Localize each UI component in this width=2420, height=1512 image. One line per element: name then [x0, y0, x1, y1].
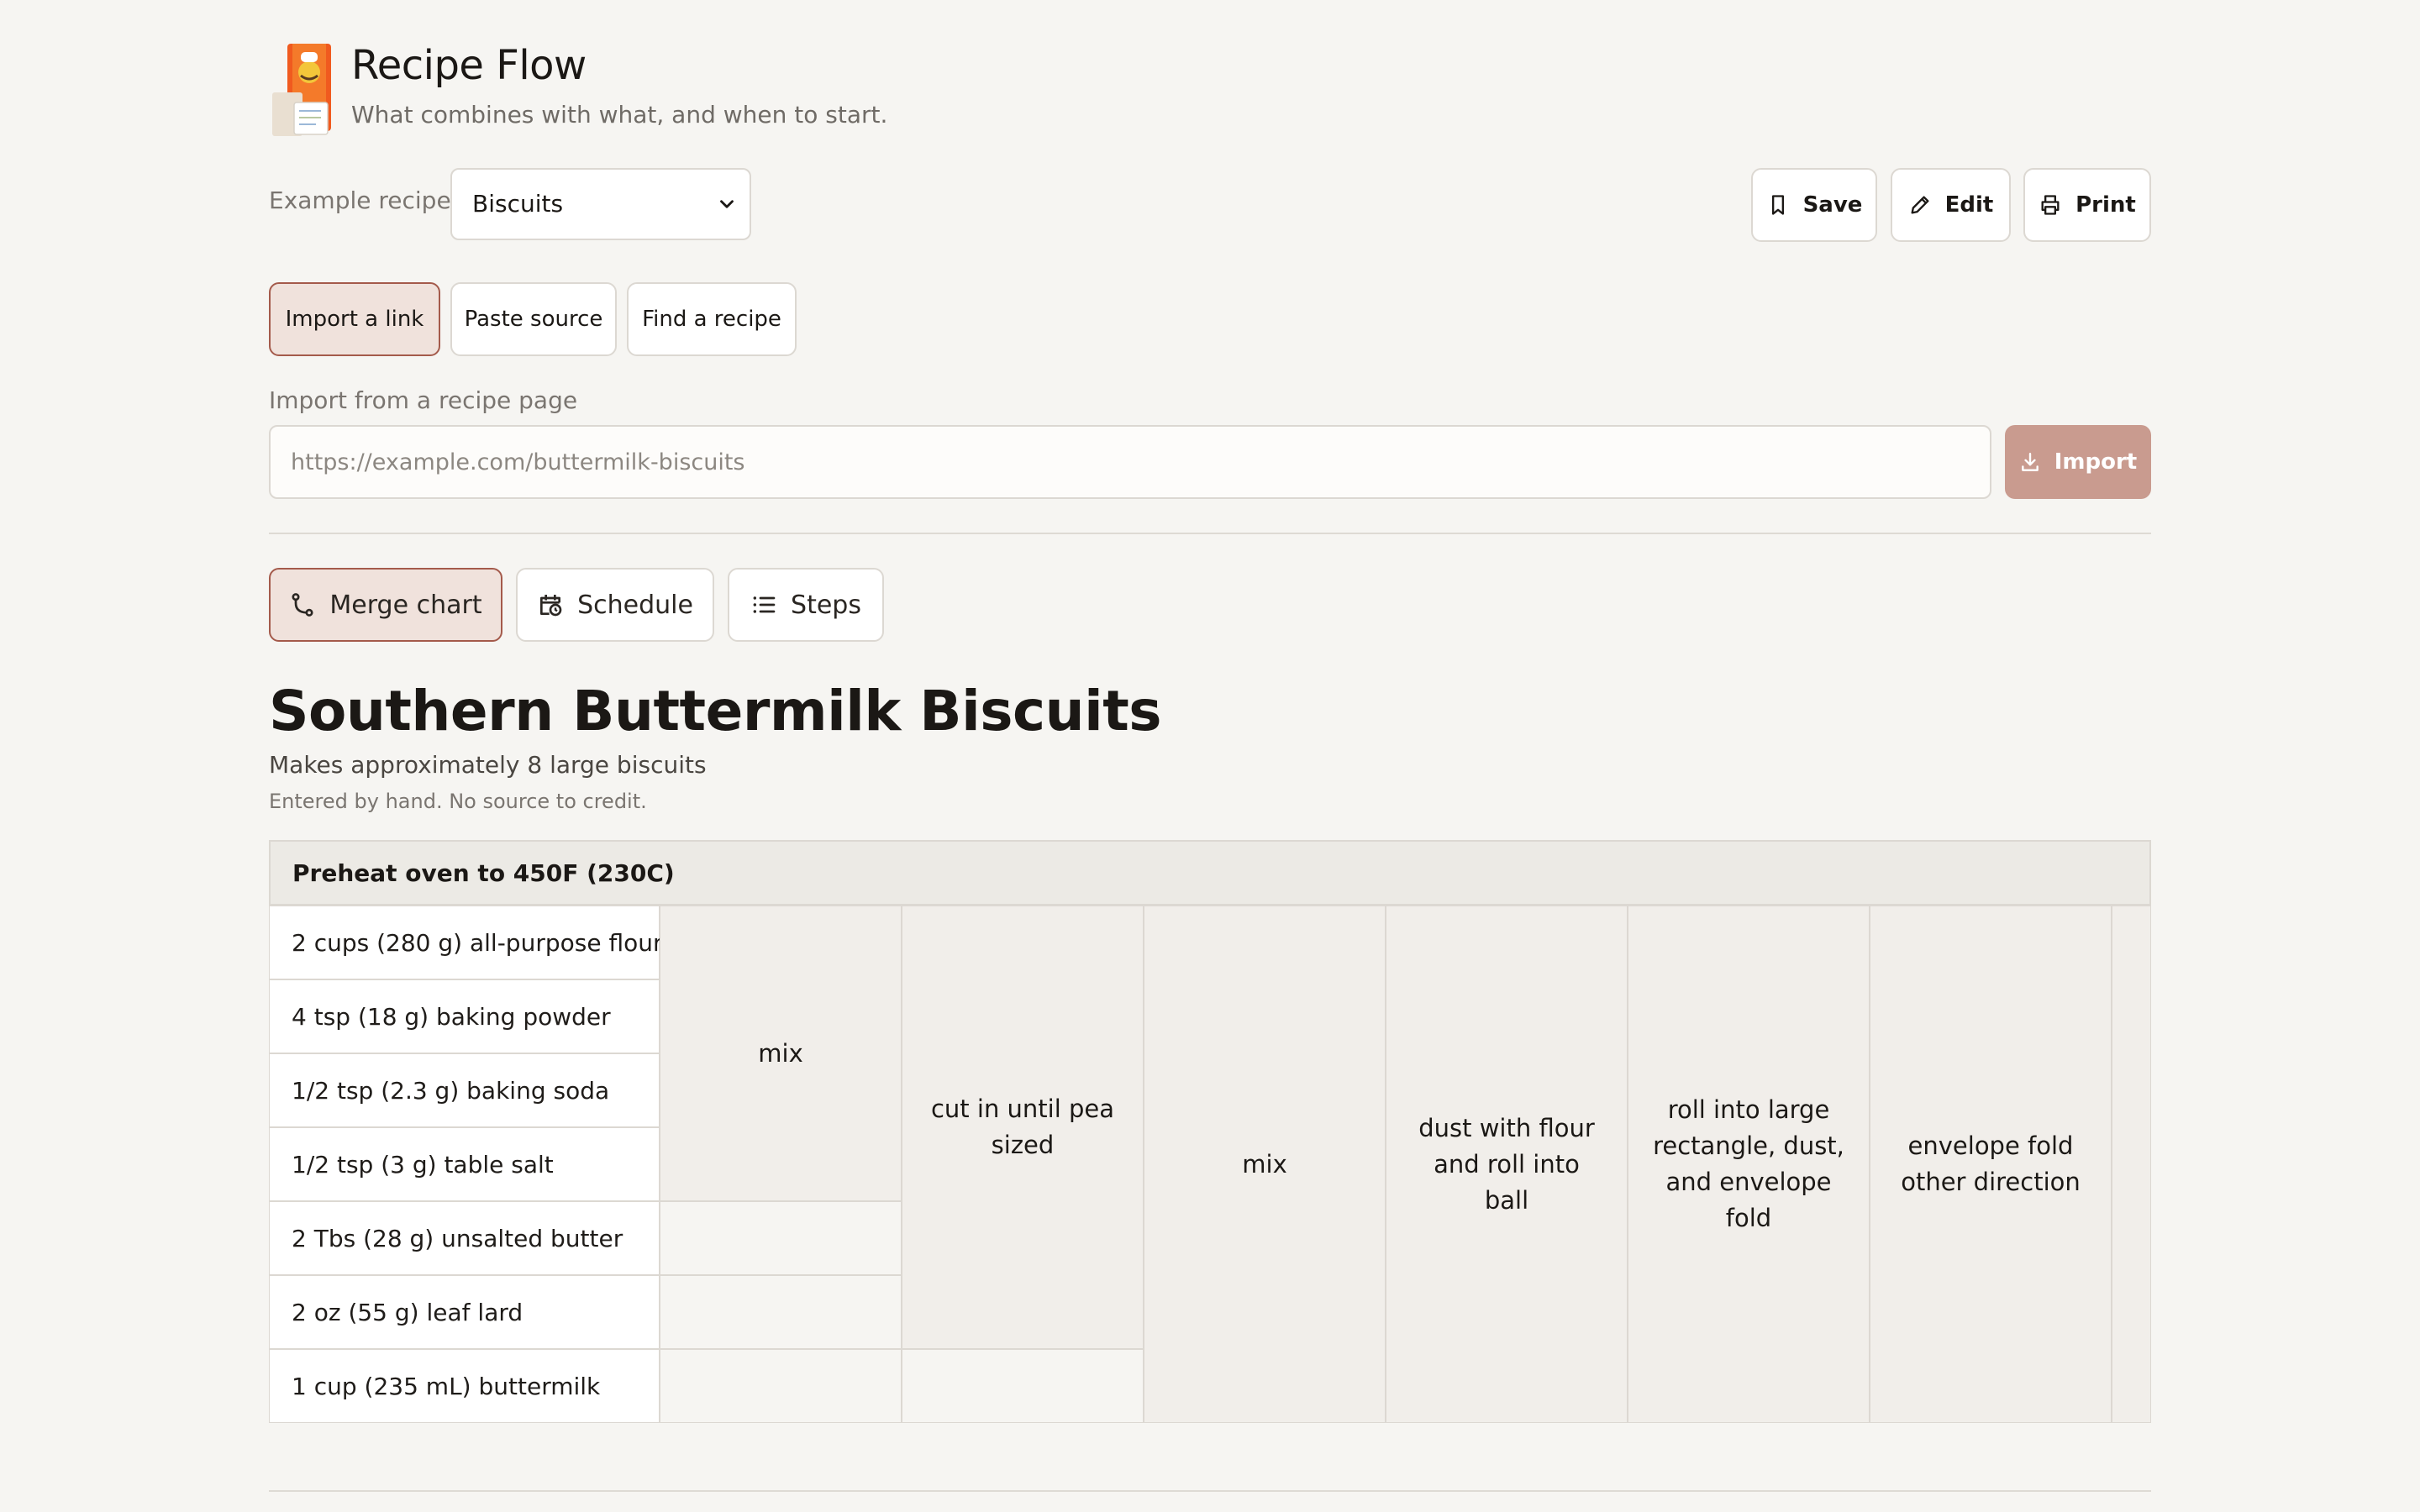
- printer-icon: [2041, 195, 2060, 215]
- bottom-divider: [269, 1490, 2151, 1492]
- tab-steps[interactable]: Steps: [728, 568, 884, 642]
- merge-icon: [292, 593, 313, 617]
- edit-button-label: Edit: [1944, 192, 1994, 218]
- ingredient-cell: 1 cup (235 mL) buttermilk: [269, 1349, 660, 1423]
- chevron-down-icon: [720, 200, 734, 208]
- empty-cell: [660, 1349, 902, 1423]
- tab-find-recipe[interactable]: Find a recipe: [627, 282, 797, 356]
- step-cell: mix: [1144, 906, 1386, 1423]
- example-recipe-label: Example recipe: [269, 186, 451, 214]
- app-logo: [272, 44, 331, 136]
- import-button[interactable]: Import: [2005, 425, 2151, 499]
- bookmark-icon: [1771, 195, 1784, 215]
- ingredient-cell: 2 oz (55 g) leaf lard: [269, 1275, 660, 1349]
- section-divider: [269, 533, 2151, 534]
- recipe-source-note: Entered by hand. No source to credit.: [269, 790, 647, 813]
- ingredient-cell: 2 Tbs (28 g) unsalted butter: [269, 1201, 660, 1275]
- empty-cell: [660, 1201, 902, 1275]
- edit-button[interactable]: Edit: [1891, 168, 2011, 242]
- list-icon: [753, 596, 776, 613]
- tab-merge-chart[interactable]: Merge chart: [269, 568, 502, 642]
- step-cell: dust with flour and roll into ball: [1386, 906, 1628, 1423]
- download-icon: [2021, 453, 2039, 471]
- tab-merge-chart-label: Merge chart: [329, 590, 482, 620]
- tab-schedule[interactable]: Schedule: [516, 568, 714, 642]
- app-header: Recipe Flow What combines with what, and…: [269, 37, 1025, 138]
- save-button-label: Save: [1802, 192, 1863, 218]
- step-cell: envelope fold other direction: [1870, 906, 2112, 1423]
- empty-cell: [660, 1275, 902, 1349]
- ingredient-cell: 1/2 tsp (3 g) table salt: [269, 1127, 660, 1201]
- app-title: Recipe Flow: [351, 42, 587, 89]
- tab-steps-label: Steps: [791, 590, 861, 620]
- step-cell-clipped: [2112, 906, 2151, 1423]
- ingredient-cell: 4 tsp (18 g) baking powder: [269, 979, 660, 1053]
- import-url-input[interactable]: [269, 425, 1991, 499]
- ingredient-cell: 1/2 tsp (2.3 g) baking soda: [269, 1053, 660, 1127]
- app-subtitle: What combines with what, and when to sta…: [351, 101, 888, 129]
- step-cell: roll into large rectangle, dust, and env…: [1628, 906, 1870, 1423]
- step-cell: cut in until pea sized: [902, 906, 1144, 1349]
- preheat-row: Preheat oven to 450F (230C): [269, 840, 2151, 906]
- selected-recipe-value: Biscuits: [472, 190, 564, 218]
- empty-cell: [902, 1349, 1144, 1423]
- pencil-icon: [1911, 196, 1929, 214]
- example-recipe-select[interactable]: Biscuits: [450, 168, 751, 240]
- tab-import-link[interactable]: Import a link: [269, 282, 440, 356]
- import-url-label: Import from a recipe page: [269, 386, 578, 414]
- calendar-clock-icon: [540, 595, 562, 617]
- ingredient-cell: 2 cups (280 g) all-purpose flour: [269, 906, 662, 979]
- save-button[interactable]: Save: [1751, 168, 1877, 242]
- import-button-label: Import: [2054, 449, 2138, 475]
- tab-paste-source[interactable]: Paste source: [450, 282, 617, 356]
- print-button-label: Print: [2075, 192, 2136, 218]
- recipe-title: Southern Buttermilk Biscuits: [269, 679, 1162, 743]
- print-button[interactable]: Print: [2023, 168, 2151, 242]
- recipe-yield: Makes approximately 8 large biscuits: [269, 751, 707, 779]
- tab-schedule-label: Schedule: [577, 590, 693, 620]
- step-cell: mix: [660, 906, 902, 1201]
- merge-chart: Preheat oven to 450F (230C) 2 cups (280 …: [269, 840, 2151, 1425]
